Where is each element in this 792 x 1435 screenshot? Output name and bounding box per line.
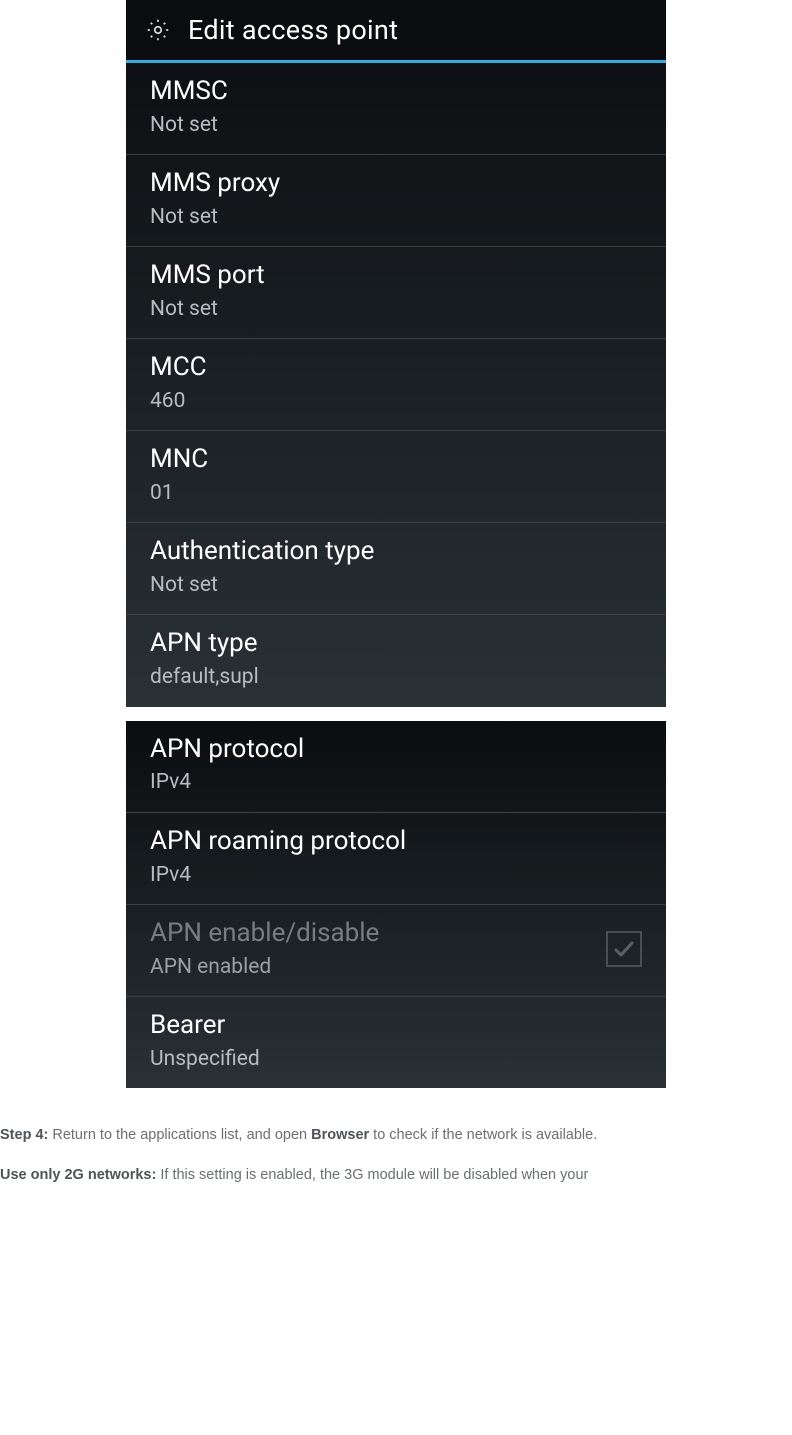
apn-item-value: IPv4 (150, 863, 642, 888)
screenshot-apn-settings-1: Edit access point MMSC Not set MMS proxy… (126, 0, 666, 707)
apn-item-apn-enable: APN enable/disable APN enabled (126, 905, 666, 997)
apn-item-label: APN type (150, 629, 642, 659)
apn-item-mmsc[interactable]: MMSC Not set (126, 63, 666, 155)
apn-item-label: MNC (150, 445, 642, 475)
apn-item-value: Not set (150, 297, 642, 322)
apn-item-label: MCC (150, 353, 642, 383)
apn-item-value: default,supl (150, 665, 642, 690)
apn-item-label: MMS port (150, 261, 642, 291)
apn-item-apn-type[interactable]: APN type default,supl (126, 615, 666, 706)
step-4-text: Step 4: Return to the applications list,… (0, 1124, 792, 1146)
apn-item-apn-roaming-protocol[interactable]: APN roaming protocol IPv4 (126, 813, 666, 905)
apn-item-value: Not set (150, 573, 642, 598)
apn-item-label: APN protocol (150, 735, 642, 765)
screenshot-apn-settings-2: APN protocol IPv4 APN roaming protocol I… (126, 721, 666, 1088)
apn-item-mnc[interactable]: MNC 01 (126, 431, 666, 523)
apn-item-label: Bearer (150, 1011, 642, 1041)
apn-item-label: Authentication type (150, 537, 642, 567)
apn-item-value: 01 (150, 481, 642, 506)
apn-item-value: IPv4 (150, 770, 642, 795)
apn-item-value: Not set (150, 205, 642, 230)
titlebar-title: Edit access point (188, 14, 398, 46)
use-2g-text: Use only 2G networks: If this setting is… (0, 1164, 792, 1186)
apn-item-value: Not set (150, 113, 642, 138)
browser-bold: Browser (311, 1127, 369, 1143)
apn-item-label: APN roaming protocol (150, 827, 642, 857)
apn-item-mms-port[interactable]: MMS port Not set (126, 247, 666, 339)
instruction-text: Step 4: Return to the applications list,… (0, 1124, 792, 1205)
checkbox-checked-icon (606, 931, 642, 967)
apn-item-apn-protocol[interactable]: APN protocol IPv4 (126, 721, 666, 813)
use-2g-label: Use only 2G networks: (0, 1167, 156, 1183)
settings-gear-icon (144, 16, 172, 44)
apn-item-mms-proxy[interactable]: MMS proxy Not set (126, 155, 666, 247)
use-2g-text-1: If this setting is enabled, the 3G modul… (156, 1167, 588, 1183)
step-4-text-2: to check if the network is available. (369, 1127, 597, 1143)
apn-item-label: MMSC (150, 77, 642, 107)
step-4-text-1: Return to the applications list, and ope… (48, 1127, 311, 1143)
apn-item-auth-type[interactable]: Authentication type Not set (126, 523, 666, 615)
apn-item-value: 460 (150, 389, 642, 414)
titlebar: Edit access point (126, 0, 666, 63)
apn-item-bearer[interactable]: Bearer Unspecified (126, 997, 666, 1088)
apn-item-label: MMS proxy (150, 169, 642, 199)
step-4-label: Step 4: (0, 1127, 48, 1143)
apn-item-label: APN enable/disable (150, 919, 586, 949)
apn-item-value: APN enabled (150, 955, 586, 980)
apn-item-value: Unspecified (150, 1047, 642, 1072)
apn-item-mcc[interactable]: MCC 460 (126, 339, 666, 431)
